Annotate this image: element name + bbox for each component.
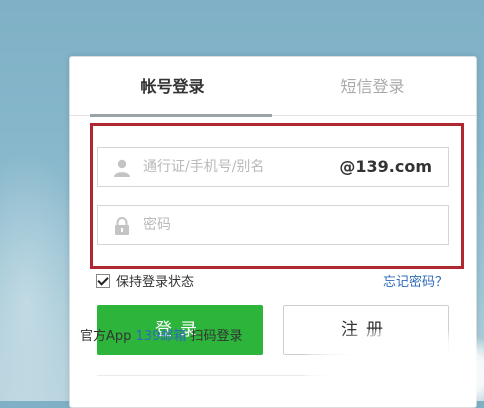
official-app-row: 官方App 139邮箱 扫码登录 bbox=[80, 327, 243, 347]
credentials-highlight-box bbox=[90, 123, 464, 269]
tab-sms-login[interactable]: 短信登录 bbox=[310, 75, 435, 99]
lock-icon bbox=[112, 216, 132, 236]
scan-login-label: 扫码登录 bbox=[190, 329, 243, 344]
tab-account-login[interactable]: 帐号登录 bbox=[110, 75, 235, 99]
remember-login-label: 保持登录状态 bbox=[116, 275, 195, 290]
white-smudge-overlay bbox=[305, 330, 484, 401]
password-field[interactable]: 密码 bbox=[97, 205, 449, 245]
remember-login-checkbox[interactable]: 保持登录状态 bbox=[96, 274, 194, 292]
mail-app-link[interactable]: 139邮箱 bbox=[136, 329, 187, 344]
official-app-label: 官方App bbox=[80, 329, 132, 344]
username-field[interactable]: 通行证/手机号/别名 @139.com bbox=[97, 147, 449, 187]
password-placeholder: 密码 bbox=[143, 217, 171, 233]
login-tabs: 帐号登录 短信登录 bbox=[70, 57, 476, 117]
user-icon bbox=[112, 158, 132, 178]
forgot-password-link[interactable]: 忘记密码？ bbox=[383, 274, 448, 292]
mail-domain-suffix: @139.com bbox=[339, 157, 432, 176]
active-tab-indicator bbox=[90, 114, 272, 117]
username-placeholder: 通行证/手机号/别名 bbox=[143, 159, 265, 175]
checkbox-checked-icon[interactable] bbox=[96, 274, 110, 288]
